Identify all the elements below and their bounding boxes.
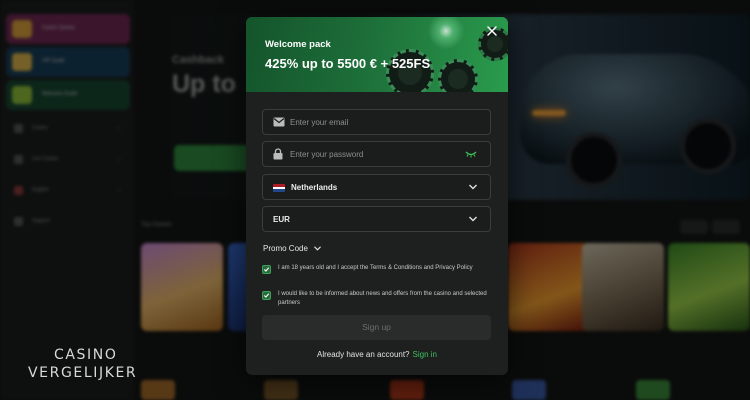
envelope-icon <box>273 117 285 127</box>
chevron-down-icon <box>314 246 322 252</box>
password-input[interactable] <box>290 142 470 166</box>
welcome-pack-offer: 425% up to 5500 € + 525FS <box>265 56 431 71</box>
chevron-down-icon <box>469 184 477 190</box>
close-icon <box>487 26 497 36</box>
watermark-logo: CASINO VERGELIJKER <box>28 346 150 382</box>
promo-code-label: Promo Code <box>263 244 308 253</box>
promo-code-toggle[interactable]: Promo Code <box>263 244 322 253</box>
age-terms-text: I am 18 years old and I accept the Terms… <box>278 265 473 271</box>
lock-icon <box>273 148 283 160</box>
sign-up-button[interactable]: Sign up <box>262 315 491 340</box>
currency-select[interactable]: EUR <box>262 206 491 232</box>
country-value: Netherlands <box>291 183 338 192</box>
email-input[interactable] <box>290 110 470 134</box>
casino-chip-icon <box>438 59 478 92</box>
chevron-down-icon <box>469 216 477 222</box>
eye-closed-icon[interactable] <box>465 150 477 158</box>
welcome-pack-label: Welcome pack <box>265 39 331 50</box>
netherlands-flag-icon <box>273 184 285 192</box>
currency-value: EUR <box>273 215 290 224</box>
sign-in-prompt: Already have an account? Sign in <box>246 350 508 359</box>
welcome-pack-header: Welcome pack 425% up to 5500 € + 525FS <box>246 17 508 92</box>
password-field[interactable] <box>262 141 491 167</box>
sparkle-decoration <box>426 17 466 51</box>
signup-modal: Welcome pack 425% up to 5500 € + 525FS E… <box>246 17 508 375</box>
email-field[interactable] <box>262 109 491 135</box>
watermark-line-2: VERGELIJKER <box>28 365 138 381</box>
watermark-line-1: CASINO <box>54 347 118 363</box>
sign-in-link[interactable]: Sign in <box>413 350 437 359</box>
newsletter-text: I would like to be informed about news a… <box>278 291 487 306</box>
checkmark-icon <box>263 267 270 272</box>
newsletter-checkbox[interactable] <box>262 291 271 300</box>
checkmark-icon <box>263 293 270 298</box>
already-account-text: Already have an account? <box>317 350 410 359</box>
country-select[interactable]: Netherlands <box>262 174 491 200</box>
age-terms-checkbox[interactable] <box>262 265 271 274</box>
close-button[interactable] <box>484 24 500 40</box>
